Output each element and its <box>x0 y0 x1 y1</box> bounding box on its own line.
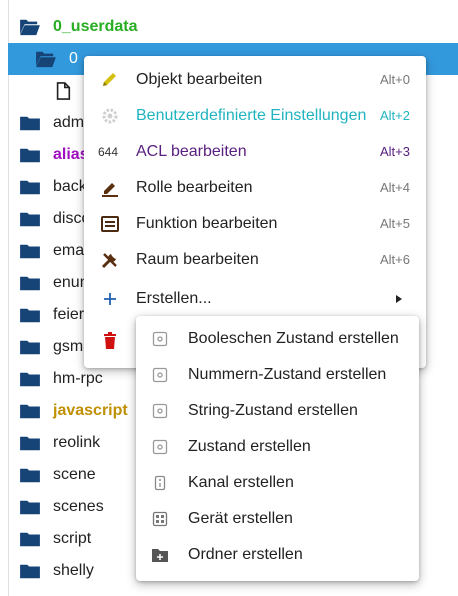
tools-icon <box>101 253 117 269</box>
create-submenu: Booleschen Zustand erstellen Nummern-Zust… <box>136 316 419 581</box>
folder-icon <box>20 564 40 579</box>
device-icon <box>152 511 168 527</box>
tree-label: feier <box>53 306 85 323</box>
tree-label: hm-rpc <box>53 370 103 387</box>
menu-item-custom-settings: Benutzerdefinierte Einstellungen Alt+2 <box>84 98 426 134</box>
menu-item-edit-role[interactable]: Rolle bearbeiten Alt+4 <box>84 170 426 206</box>
folder-icon <box>20 404 40 419</box>
tree-row-root[interactable]: 0_userdata <box>0 11 458 43</box>
tree-label: javascript <box>53 402 128 419</box>
folder-icon <box>20 244 40 259</box>
tree-label: gsm <box>53 338 84 355</box>
folder-icon <box>20 500 40 515</box>
acl-badge: 644 <box>98 145 119 159</box>
submenu-item[interactable]: Kanal erstellen <box>136 465 419 501</box>
submenu-item[interactable]: Booleschen Zustand erstellen <box>136 321 419 357</box>
menu-item-create[interactable]: Erstellen... <box>84 281 426 317</box>
gear-icon <box>102 108 118 124</box>
folder-icon <box>20 276 40 291</box>
menu-item-edit-function[interactable]: Funktion bearbeiten Alt+5 <box>84 206 426 242</box>
folder-icon <box>20 180 40 195</box>
folder-icon <box>20 308 40 323</box>
folder-plus-icon <box>152 549 168 562</box>
submenu-item[interactable]: Gerät erstellen <box>136 501 419 537</box>
menu-item-edit-room[interactable]: Raum bearbeiten Alt+6 <box>84 242 426 278</box>
pencil-icon <box>103 73 116 86</box>
folder-icon <box>20 116 40 131</box>
trash-icon <box>104 332 116 349</box>
tree-label: script <box>53 530 92 547</box>
folder-icon <box>20 340 40 355</box>
tree-label: shelly <box>53 562 94 579</box>
submenu-item[interactable]: String-Zustand erstellen <box>136 393 419 429</box>
submenu-arrow-icon <box>396 295 402 303</box>
state-icon <box>152 331 168 347</box>
state-icon <box>152 367 168 383</box>
submenu-item[interactable]: Ordner erstellen <box>136 537 419 573</box>
function-icon <box>101 216 119 232</box>
submenu-item-label: Zustand erstellen <box>188 438 311 455</box>
tree-label: reolink <box>53 434 101 451</box>
state-icon <box>152 403 168 419</box>
tree-label: adm <box>53 114 85 131</box>
file-icon <box>56 82 71 100</box>
submenu-item-label: String-Zustand erstellen <box>188 402 358 419</box>
submenu-item-label: Kanal erstellen <box>188 474 294 491</box>
channel-icon <box>154 475 166 491</box>
state-icon <box>152 439 168 455</box>
pen-edit-icon <box>102 183 118 197</box>
folder-icon <box>20 212 40 227</box>
submenu-item-label: Nummern-Zustand erstellen <box>188 366 387 383</box>
submenu-item-label: Ordner erstellen <box>188 546 303 563</box>
submenu-item[interactable]: Nummern-Zustand erstellen <box>136 357 419 393</box>
folder-icon <box>20 148 40 163</box>
submenu-item[interactable]: Zustand erstellen <box>136 429 419 465</box>
tree-label: ema <box>53 242 85 259</box>
submenu-item-label: Booleschen Zustand erstellen <box>188 330 399 347</box>
plus-icon <box>104 293 116 305</box>
menu-item-edit-acl[interactable]: 644 ACL bearbeiten Alt+3 <box>84 134 426 170</box>
tree-label-selected: 0 <box>69 50 78 67</box>
menu-item-edit-object[interactable]: Objekt bearbeiten Alt+0 <box>84 62 426 98</box>
submenu-item-label: Gerät erstellen <box>188 510 293 527</box>
tree-label: back <box>53 178 87 195</box>
folder-open-icon <box>20 19 40 36</box>
tree-label: scenes <box>53 498 104 515</box>
tree-label: scene <box>53 466 96 483</box>
folder-icon <box>20 372 40 387</box>
folder-open-icon <box>36 51 56 68</box>
tree-label-root: 0_userdata <box>53 18 138 35</box>
folder-icon <box>20 436 40 451</box>
folder-icon <box>20 532 40 547</box>
folder-icon <box>20 468 40 483</box>
